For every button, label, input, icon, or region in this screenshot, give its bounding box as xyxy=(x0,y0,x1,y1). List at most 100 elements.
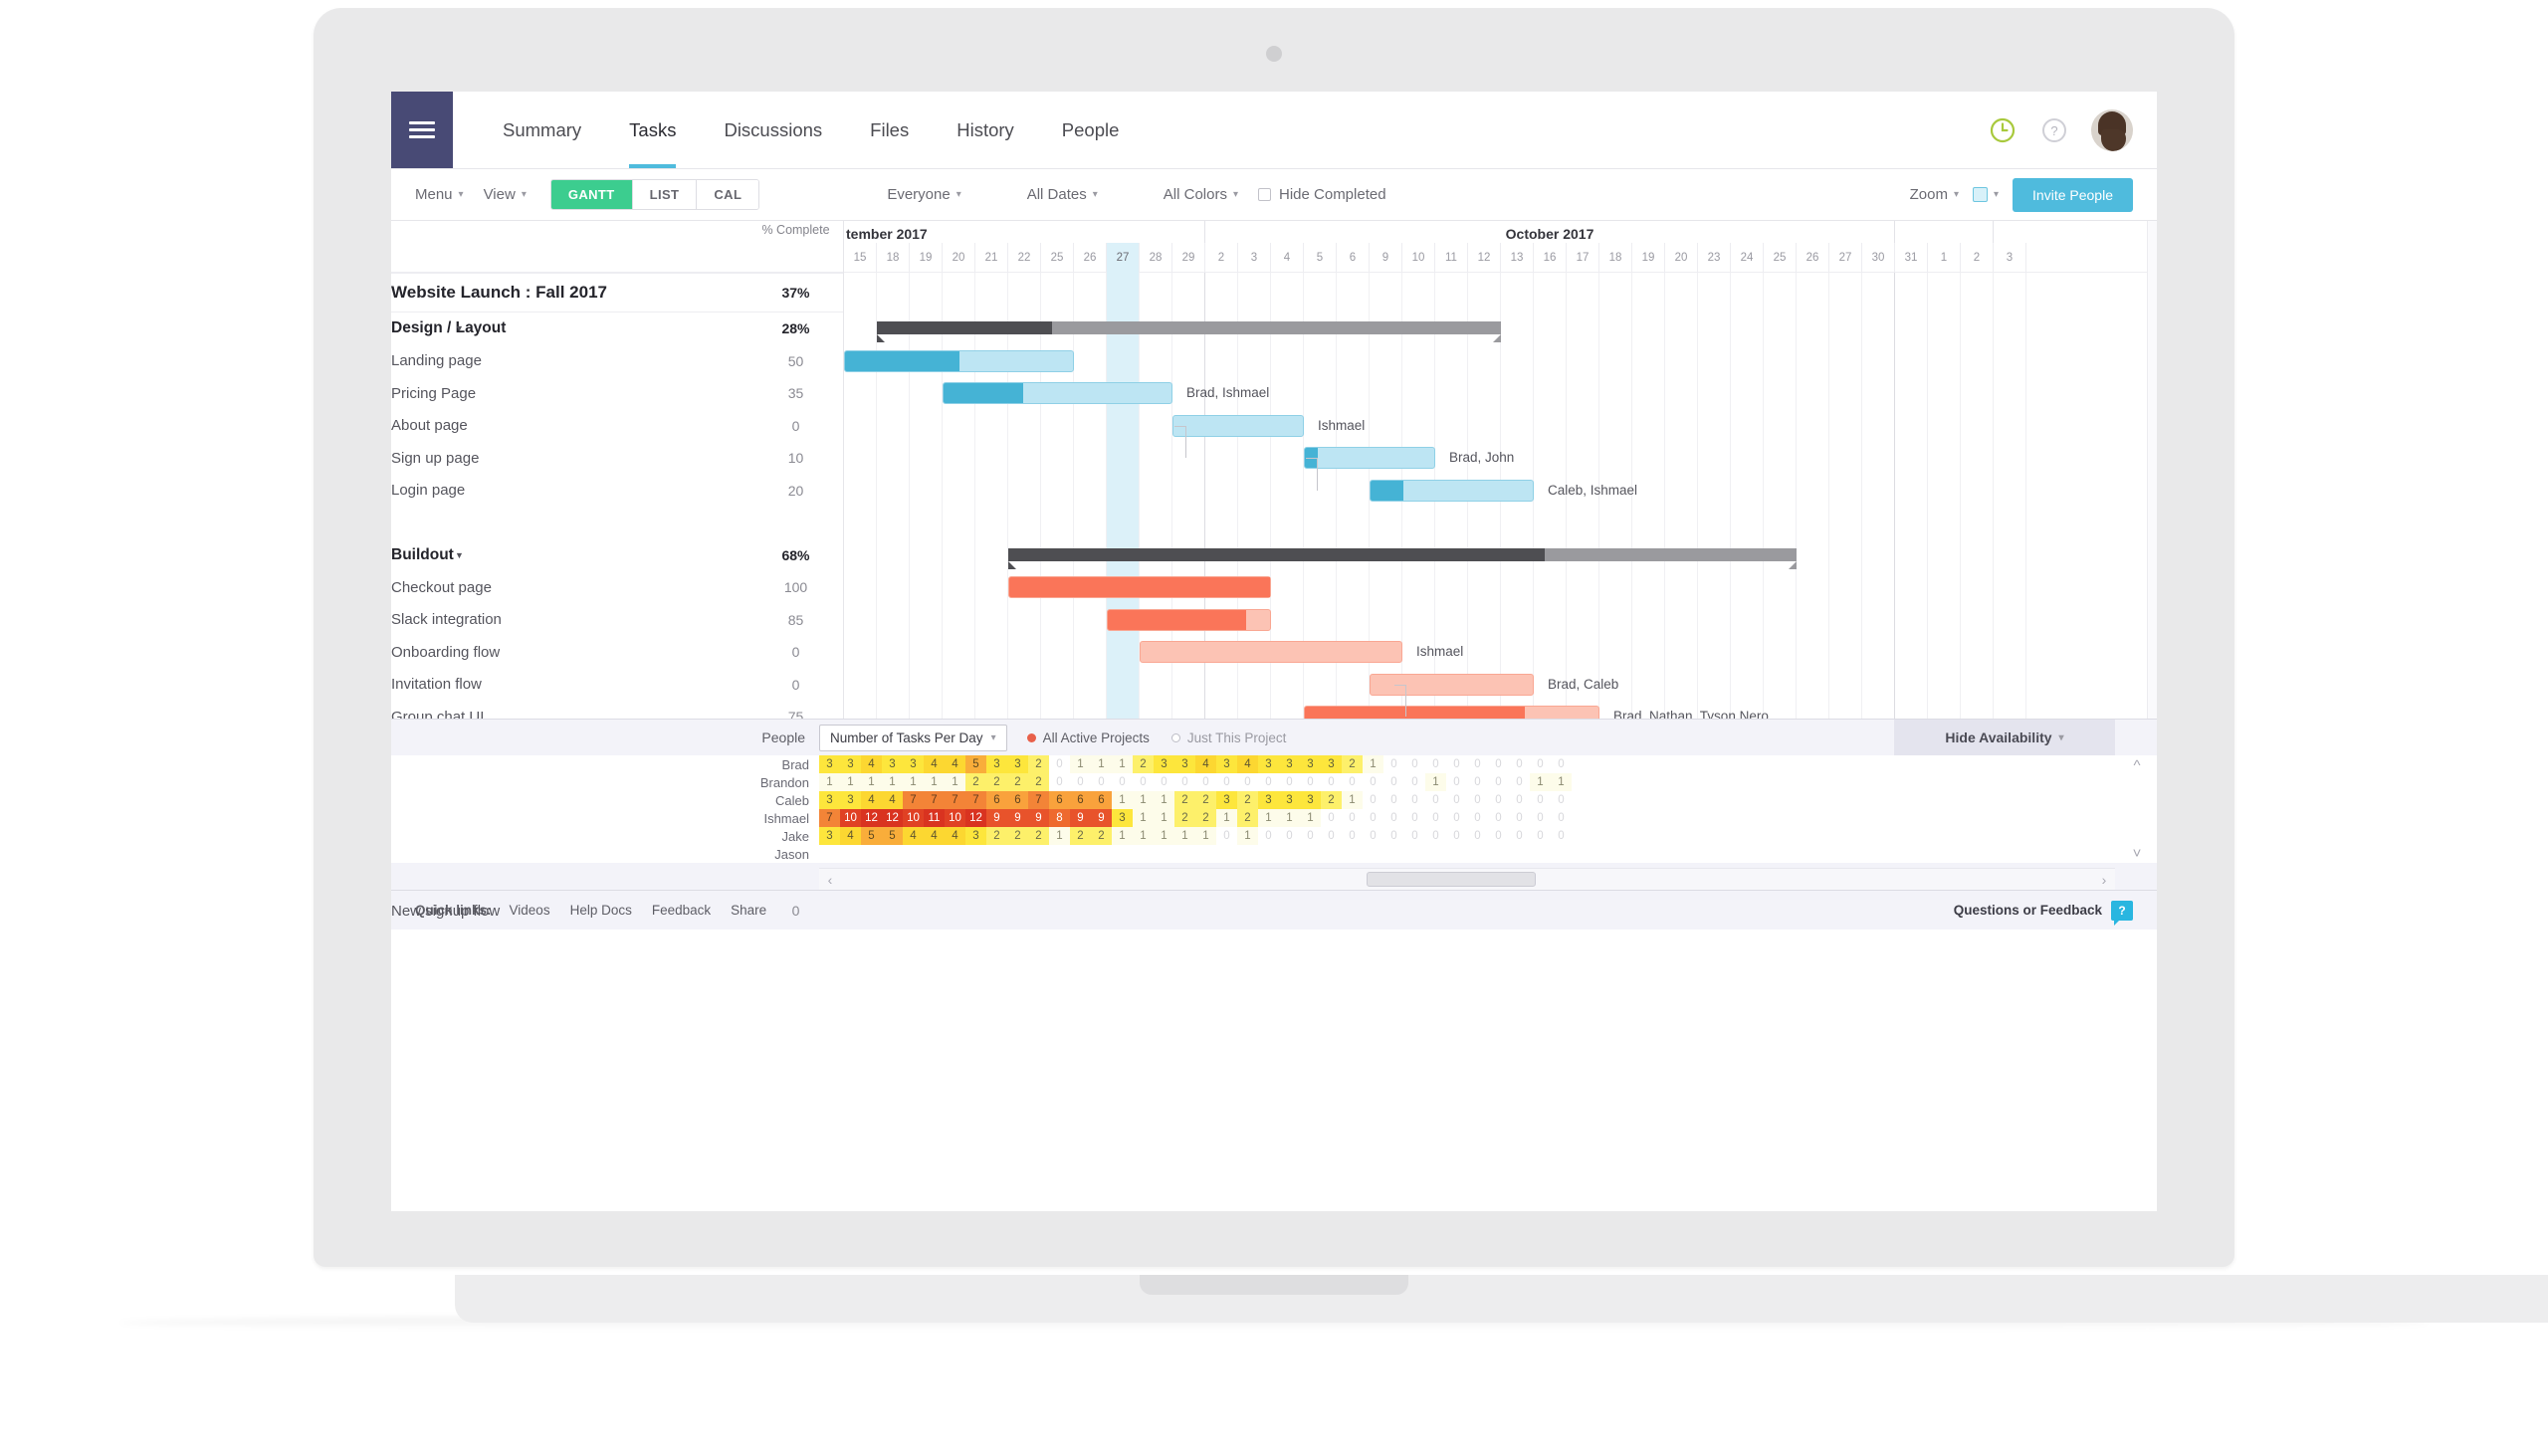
availability-cell: 5 xyxy=(965,755,986,773)
summary-bar[interactable] xyxy=(877,321,1501,342)
hamburger-icon xyxy=(409,117,435,142)
task-row[interactable]: ▼ Design / Layout 28% xyxy=(391,312,843,345)
availability-cell: 0 xyxy=(1258,827,1279,845)
summary-bar-progress xyxy=(1008,547,1545,561)
task-row[interactable]: Invitation flow 0 xyxy=(391,669,843,702)
view-mode-gantt[interactable]: GANTT xyxy=(550,180,633,209)
task-row[interactable]: About page 0 xyxy=(391,410,843,443)
availability-cell: 4 xyxy=(945,755,965,773)
help-icon[interactable]: ? xyxy=(2039,115,2069,145)
all-dates-filter-dropdown[interactable]: All Dates ▾ xyxy=(1027,186,1098,203)
task-row[interactable]: Login page 20 xyxy=(391,475,843,508)
availability-cell: 0 xyxy=(1467,809,1488,827)
invite-people-button[interactable]: Invite People xyxy=(2013,177,2133,212)
availability-row: Jake 3 4 5 5 4 4 4 3 2 2 2 1 2 2 1 1 1 1 1 0 1 0 0 0 0 0 0 0 0 0 0 0 0 0 0 0 xyxy=(391,827,2157,845)
questions-or-feedback-button[interactable]: Questions or Feedback ? xyxy=(1954,900,2133,926)
scroll-right-icon[interactable]: › xyxy=(2093,872,2115,888)
availability-cell: 0 xyxy=(1404,809,1425,827)
nav-tab-files[interactable]: Files xyxy=(846,92,933,168)
chevron-down-icon: ▾ xyxy=(1953,189,1960,200)
scroll-left-icon[interactable]: ‹ xyxy=(819,872,841,888)
gantt-task-bar[interactable] xyxy=(1172,414,1304,437)
availability-cell: 4 xyxy=(840,827,861,845)
task-row[interactable]: Sign up page 10 xyxy=(391,442,843,475)
nav-tab-people[interactable]: People xyxy=(1038,92,1144,168)
metric-select-label: Number of Tasks Per Day xyxy=(830,729,983,745)
availability-cell: 0 xyxy=(1488,809,1509,827)
nav-tab-tasks[interactable]: Tasks xyxy=(605,92,700,168)
availability-cell: 4 xyxy=(945,827,965,845)
task-row-spacer xyxy=(391,507,843,539)
availability-cells: 345544432221221111101000000000000000 xyxy=(819,827,1572,845)
gantt-task-bar[interactable] xyxy=(1304,706,1599,719)
all-colors-filter-dropdown[interactable]: All Colors ▾ xyxy=(1164,186,1238,203)
task-row[interactable]: New signup flow 0 xyxy=(391,895,843,928)
availability-horizontal-scrollbar[interactable]: ‹ › xyxy=(819,868,2115,890)
availability-cell: 0 xyxy=(1446,827,1467,845)
availability-cell: 1 xyxy=(1279,809,1300,827)
collapse-triangle-icon[interactable]: ▼ xyxy=(455,550,464,560)
task-row[interactable]: Pricing Page 35 xyxy=(391,377,843,410)
task-percent-complete: 50 xyxy=(787,352,804,369)
availability-cell: 0 xyxy=(1425,809,1446,827)
task-row[interactable]: Onboarding flow 0 xyxy=(391,636,843,669)
gantt-task-bar[interactable] xyxy=(1140,641,1402,663)
view-mode-cal[interactable]: CAL xyxy=(697,180,759,209)
gantt-task-bar[interactable] xyxy=(1008,576,1271,598)
everyone-filter-dropdown[interactable]: Everyone ▾ xyxy=(887,186,960,203)
scroll-up-icon[interactable]: ^ xyxy=(2133,757,2140,774)
summary-bar[interactable] xyxy=(1008,547,1797,569)
scrollbar-track[interactable] xyxy=(841,869,2093,890)
availability-cell: 3 xyxy=(1216,791,1237,809)
task-row[interactable]: Website Launch : Fall 2017 37% xyxy=(391,273,843,312)
task-row[interactable]: Checkout page 100 xyxy=(391,571,843,604)
scroll-down-icon[interactable]: ˅ xyxy=(2133,845,2142,862)
gantt-bar-progress xyxy=(845,350,959,371)
availability-vertical-scroll[interactable]: ^ ˅ xyxy=(2125,755,2149,864)
gantt-task-bar[interactable] xyxy=(943,382,1172,404)
menu-dropdown[interactable]: Menu ▾ xyxy=(415,186,464,203)
task-row[interactable]: ▼ Buildout 68% xyxy=(391,539,843,572)
gantt-task-bar[interactable] xyxy=(844,349,1074,372)
scrollbar-thumb[interactable] xyxy=(1367,872,1537,887)
availability-cell: 1 xyxy=(1154,827,1174,845)
hide-completed-checkbox[interactable]: Hide Completed xyxy=(1258,186,1386,203)
task-row[interactable]: Landing page 50 xyxy=(391,345,843,378)
availability-cell: 7 xyxy=(819,809,840,827)
nav-tab-history[interactable]: History xyxy=(933,92,1038,168)
hide-availability-button[interactable]: Hide Availability ▾ xyxy=(1894,720,2115,755)
availability-cell: 3 xyxy=(1154,755,1174,773)
metric-select[interactable]: Number of Tasks Per Day ▾ xyxy=(819,724,1007,751)
avatar[interactable] xyxy=(2091,108,2133,151)
gantt-task-bar[interactable] xyxy=(1107,608,1271,631)
availability-cell: 3 xyxy=(1300,755,1321,773)
scope-radio-all-active-projects[interactable]: All Active Projects xyxy=(1026,730,1150,745)
color-swatch-dropdown[interactable]: ▾ xyxy=(1973,187,1999,202)
timeline-month-label: tember 2017 xyxy=(844,221,1205,243)
availability-cell: 1 xyxy=(1112,755,1133,773)
availability-cell: 2 xyxy=(1091,827,1112,845)
view-dropdown[interactable]: View ▾ xyxy=(484,186,527,203)
availability-cell: 4 xyxy=(1195,755,1216,773)
availability-cell: 0 xyxy=(1425,827,1446,845)
gantt-bar-assignees: Brad, Caleb xyxy=(1548,676,1619,692)
scope-radio-just-this-project[interactable]: Just This Project xyxy=(1170,730,1286,745)
nav-tab-discussions[interactable]: Discussions xyxy=(700,92,846,168)
clock-icon[interactable] xyxy=(1988,115,2017,145)
timeline-day-cell: 19 xyxy=(910,243,943,273)
view-mode-list[interactable]: LIST xyxy=(632,180,698,209)
collapse-triangle-icon[interactable]: ▼ xyxy=(455,323,464,333)
availability-cell: 9 xyxy=(1028,809,1049,827)
summary-bar-progress xyxy=(877,321,1052,334)
gantt-task-bar[interactable] xyxy=(1304,447,1435,469)
availability-cell: 0 xyxy=(1383,791,1404,809)
availability-cell: 0 xyxy=(1154,773,1174,791)
hamburger-menu-button[interactable] xyxy=(391,92,453,168)
zoom-dropdown[interactable]: Zoom ▾ xyxy=(1910,186,1959,203)
gantt-task-bar[interactable] xyxy=(1370,479,1534,502)
nav-tab-summary[interactable]: Summary xyxy=(479,92,605,168)
timeline-scrollbar[interactable] xyxy=(2147,221,2157,719)
task-row[interactable]: Slack integration 85 xyxy=(391,604,843,637)
availability-cell: 0 xyxy=(1467,755,1488,773)
availability-cell: 1 xyxy=(1049,827,1070,845)
